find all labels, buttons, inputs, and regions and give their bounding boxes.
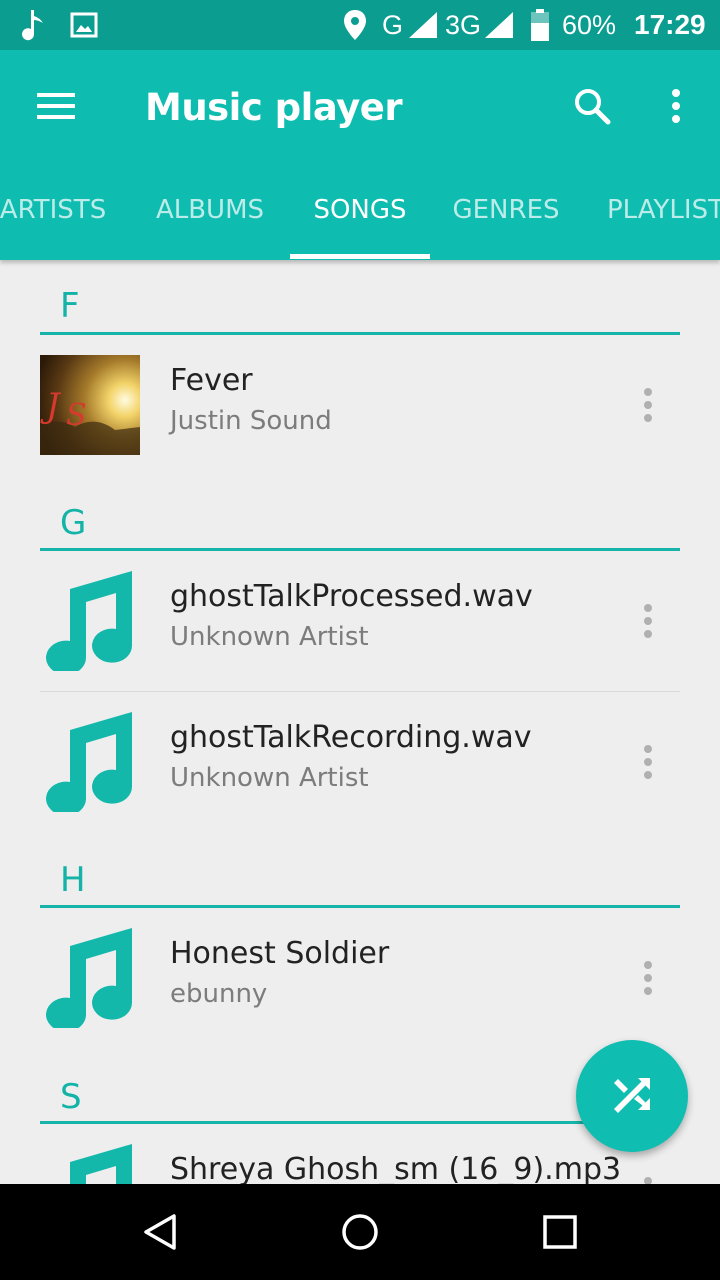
svg-text:S: S: [66, 398, 87, 433]
signal-icon: [407, 0, 439, 50]
music-note-icon: [40, 1144, 140, 1184]
section-header-h: H: [60, 860, 86, 900]
section-header-g: G: [60, 503, 87, 543]
music-note-icon: [22, 0, 48, 50]
shuffle-icon: [610, 1076, 654, 1116]
song-artist: Unknown Artist: [170, 763, 369, 793]
music-note-icon: [40, 712, 140, 816]
menu-icon[interactable]: [26, 76, 86, 136]
list-item[interactable]: J S Fever Justin Sound: [0, 335, 720, 475]
song-title: ghostTalkRecording.wav: [170, 720, 532, 755]
tab-songs[interactable]: SONGS: [290, 160, 430, 260]
album-art: J S: [40, 355, 140, 455]
network-type-label-2: 3G: [445, 9, 482, 40]
list-item[interactable]: ghostTalkProcessed.wav Unknown Artist: [0, 551, 720, 691]
back-icon[interactable]: [100, 1184, 220, 1280]
song-more-icon[interactable]: [626, 365, 670, 445]
section-header-s: S: [60, 1077, 82, 1117]
signal-icon-2: [483, 0, 515, 50]
tab-playlists[interactable]: PLAYLISTS: [607, 160, 720, 260]
song-more-icon[interactable]: [626, 1154, 670, 1184]
shuffle-button[interactable]: [576, 1040, 688, 1152]
clock-time: 17:29: [634, 9, 706, 40]
app-title: Music player: [145, 86, 403, 129]
song-more-icon[interactable]: [626, 722, 670, 802]
song-title: ghostTalkProcessed.wav: [170, 579, 533, 614]
image-icon: [70, 0, 98, 50]
song-title: Fever: [170, 363, 253, 398]
song-title: Shreya Ghosh_sm (16_9).mp3: [170, 1152, 622, 1184]
tab-genres[interactable]: GENRES: [440, 160, 572, 260]
battery-percent: 60%: [562, 9, 617, 40]
location-icon: [343, 0, 367, 50]
home-icon[interactable]: [300, 1184, 420, 1280]
status-bar: G 3G 60% 17:29: [0, 0, 720, 50]
tab-albums[interactable]: ALBUMS: [140, 160, 280, 260]
more-vert-icon[interactable]: [656, 76, 696, 136]
song-more-icon[interactable]: [626, 581, 670, 661]
search-icon[interactable]: [562, 76, 622, 136]
network-type-label: G: [382, 9, 404, 40]
song-artist: Justin Sound: [170, 406, 332, 436]
battery-icon: [530, 0, 550, 50]
section-header-f: F: [60, 286, 80, 326]
music-note-icon: [40, 571, 140, 675]
list-item[interactable]: Honest Soldier ebunny: [0, 908, 720, 1048]
tab-indicator: [290, 254, 430, 259]
music-note-icon: [40, 928, 140, 1032]
navigation-bar: [0, 1184, 720, 1280]
song-artist: Unknown Artist: [170, 622, 369, 652]
recents-icon[interactable]: [500, 1184, 620, 1280]
app-bar: Music player ARTISTS ALBUMS SONGS GENRES…: [0, 50, 720, 260]
tab-artists[interactable]: ARTISTS: [0, 160, 128, 260]
list-item[interactable]: ghostTalkRecording.wav Unknown Artist: [0, 692, 720, 832]
song-more-icon[interactable]: [626, 938, 670, 1018]
song-title: Honest Soldier: [170, 936, 390, 971]
song-artist: ebunny: [170, 979, 268, 1009]
